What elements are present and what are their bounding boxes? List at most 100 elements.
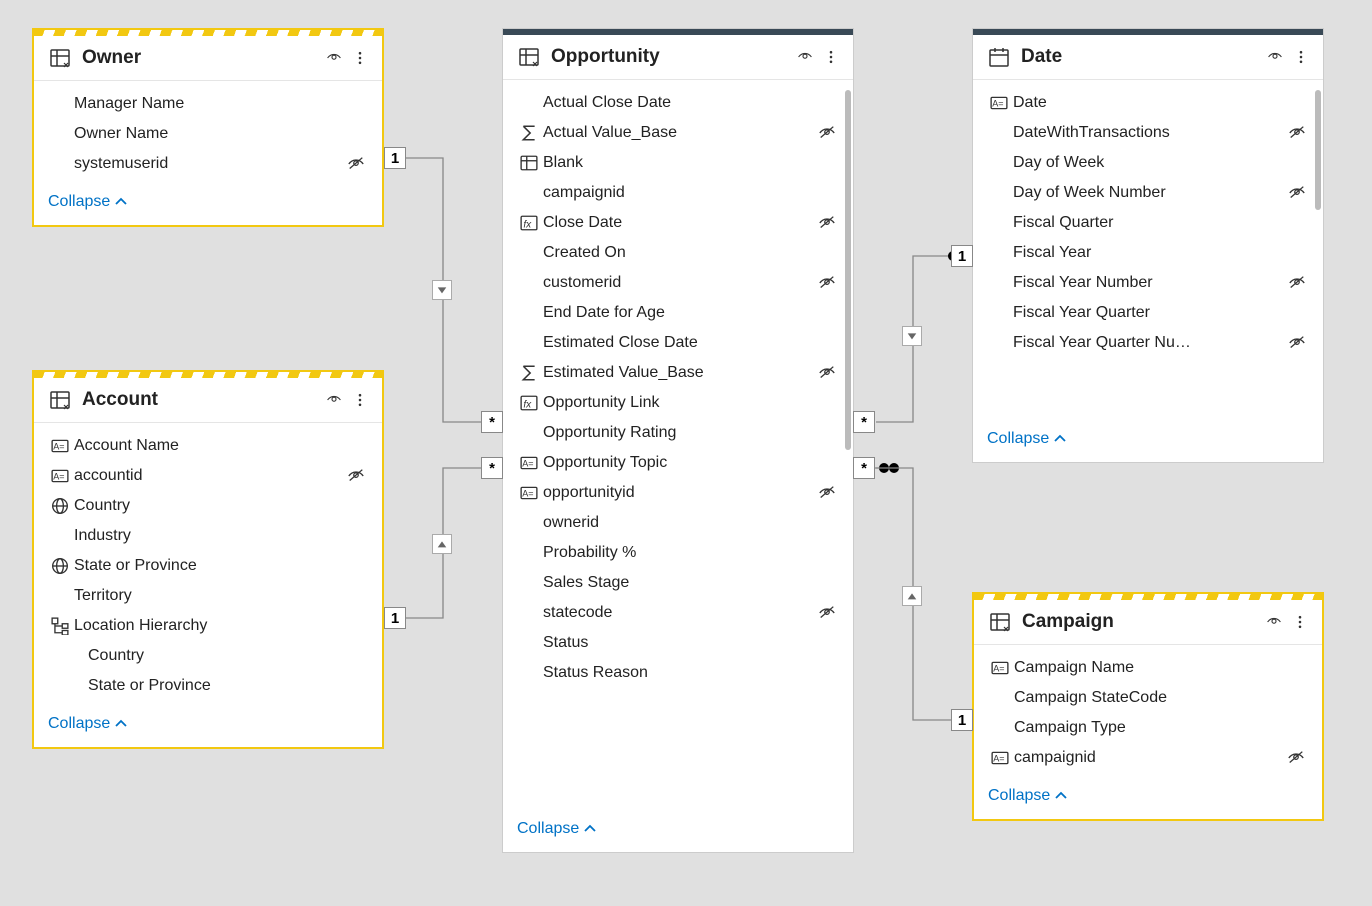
- field-row[interactable]: Probability %: [509, 540, 849, 566]
- field-row[interactable]: Estimated Close Date: [509, 330, 849, 356]
- field-row[interactable]: State or Province: [40, 673, 378, 699]
- more-options-icon[interactable]: [352, 390, 368, 410]
- more-options-icon[interactable]: [823, 47, 839, 67]
- field-row[interactable]: Day of Week: [979, 150, 1319, 176]
- field-row[interactable]: Date: [979, 90, 1319, 116]
- filter-direction-icon[interactable]: [432, 280, 452, 300]
- field-label: Territory: [74, 587, 344, 605]
- field-label: Created On: [543, 244, 815, 262]
- field-row[interactable]: Fiscal Year Number: [979, 270, 1319, 296]
- field-row[interactable]: Owner Name: [40, 121, 378, 147]
- field-row[interactable]: Opportunity Link: [509, 390, 849, 416]
- field-label: Fiscal Year Quarter Nu…: [1013, 334, 1285, 352]
- model-canvas[interactable]: Owner Manager Name Owner Name systemuserid…: [0, 0, 1372, 906]
- hidden-icon: [815, 124, 839, 142]
- more-options-icon[interactable]: [1292, 612, 1308, 632]
- cardinality-opportunity-side: *: [481, 457, 503, 479]
- hidden-icon: [815, 604, 839, 622]
- field-row[interactable]: Country: [40, 643, 378, 669]
- field-row[interactable]: Status Reason: [509, 660, 849, 686]
- field-row[interactable]: Created On: [509, 240, 849, 266]
- field-label: Country: [88, 647, 344, 665]
- collapse-button[interactable]: Collapse: [987, 430, 1067, 448]
- table-owner[interactable]: Owner Manager Name Owner Name systemuserid…: [32, 28, 384, 227]
- scrollbar[interactable]: [845, 90, 851, 450]
- field-row[interactable]: systemuserid: [40, 151, 378, 177]
- collapse-button[interactable]: Collapse: [988, 787, 1068, 805]
- table-opportunity[interactable]: Opportunity Actual Close DateActual Valu…: [502, 28, 854, 853]
- more-options-icon[interactable]: [1293, 47, 1309, 67]
- field-row[interactable]: Territory: [40, 583, 378, 609]
- field-row[interactable]: customerid: [509, 270, 849, 296]
- visibility-icon[interactable]: [324, 50, 344, 66]
- field-row[interactable]: Fiscal Year: [979, 240, 1319, 266]
- field-row[interactable]: Opportunity Rating: [509, 420, 849, 446]
- cardinality-account-side: 1: [384, 607, 406, 629]
- visibility-icon[interactable]: [795, 49, 815, 65]
- table-header-icon: [988, 610, 1012, 634]
- field-row[interactable]: Location Hierarchy: [40, 613, 378, 639]
- field-row[interactable]: campaignid: [509, 180, 849, 206]
- rel-campaign-opportunity[interactable]: [874, 460, 974, 740]
- field-row[interactable]: opportunityid: [509, 480, 849, 506]
- field-row[interactable]: End Date for Age: [509, 300, 849, 326]
- collapse-label: Collapse: [987, 430, 1049, 448]
- collapse-button[interactable]: Collapse: [517, 820, 597, 838]
- field-row[interactable]: Campaign Type: [980, 715, 1318, 741]
- field-row[interactable]: Fiscal Quarter: [979, 210, 1319, 236]
- visibility-icon[interactable]: [324, 392, 344, 408]
- field-row[interactable]: Status: [509, 630, 849, 656]
- field-row[interactable]: campaignid: [980, 745, 1318, 771]
- field-row[interactable]: Industry: [40, 523, 378, 549]
- field-label: State or Province: [88, 677, 344, 695]
- more-options-icon[interactable]: [352, 48, 368, 68]
- filter-direction-icon[interactable]: [902, 586, 922, 606]
- field-label: accountid: [74, 467, 344, 485]
- field-row[interactable]: Actual Value_Base: [509, 120, 849, 146]
- table-account[interactable]: Account Account Name accountid Country Indu…: [32, 370, 384, 749]
- table-header-icon: [517, 45, 541, 69]
- field-row[interactable]: Close Date: [509, 210, 849, 236]
- field-row[interactable]: ownerid: [509, 510, 849, 536]
- field-row[interactable]: Sales Stage: [509, 570, 849, 596]
- collapse-button[interactable]: Collapse: [48, 715, 128, 733]
- field-row[interactable]: accountid: [40, 463, 378, 489]
- hidden-icon: [815, 274, 839, 292]
- field-row[interactable]: Country: [40, 493, 378, 519]
- field-row[interactable]: Manager Name: [40, 91, 378, 117]
- scrollbar[interactable]: [1315, 90, 1321, 210]
- table-date[interactable]: Date DateDateWithTransactionsDay of Week…: [972, 28, 1324, 463]
- table-title: Owner: [82, 47, 324, 69]
- field-row[interactable]: DateWithTransactions: [979, 120, 1319, 146]
- field-row[interactable]: Estimated Value_Base: [509, 360, 849, 386]
- cardinality-opportunity-side: *: [853, 411, 875, 433]
- field-row[interactable]: Actual Close Date: [509, 90, 849, 116]
- field-row[interactable]: Campaign StateCode: [980, 685, 1318, 711]
- visibility-icon[interactable]: [1264, 614, 1284, 630]
- filter-direction-icon[interactable]: [902, 326, 922, 346]
- field-label: customerid: [543, 274, 815, 292]
- fx-icon: [515, 394, 543, 412]
- key-icon: [46, 467, 74, 485]
- table-campaign[interactable]: Campaign Campaign NameCampaign StateCode…: [972, 592, 1324, 821]
- field-row[interactable]: Day of Week Number: [979, 180, 1319, 206]
- collapse-button[interactable]: Collapse: [48, 193, 128, 211]
- field-row[interactable]: Blank: [509, 150, 849, 176]
- field-label: Opportunity Link: [543, 394, 815, 412]
- field-label: Fiscal Year Quarter: [1013, 304, 1285, 322]
- field-row[interactable]: State or Province: [40, 553, 378, 579]
- fx-icon: [515, 214, 543, 232]
- visibility-icon[interactable]: [1265, 49, 1285, 65]
- field-row[interactable]: Account Name: [40, 433, 378, 459]
- field-row[interactable]: Fiscal Year Quarter: [979, 300, 1319, 326]
- field-row[interactable]: Fiscal Year Quarter Nu…: [979, 330, 1319, 356]
- filter-direction-icon[interactable]: [432, 534, 452, 554]
- field-row[interactable]: Opportunity Topic: [509, 450, 849, 476]
- table-header-icon: [48, 388, 72, 412]
- field-row[interactable]: Campaign Name: [980, 655, 1318, 681]
- field-label: Estimated Close Date: [543, 334, 815, 352]
- table-title: Account: [82, 389, 324, 411]
- field-row[interactable]: statecode: [509, 600, 849, 626]
- field-label: Probability %: [543, 544, 815, 562]
- field-label: statecode: [543, 604, 815, 622]
